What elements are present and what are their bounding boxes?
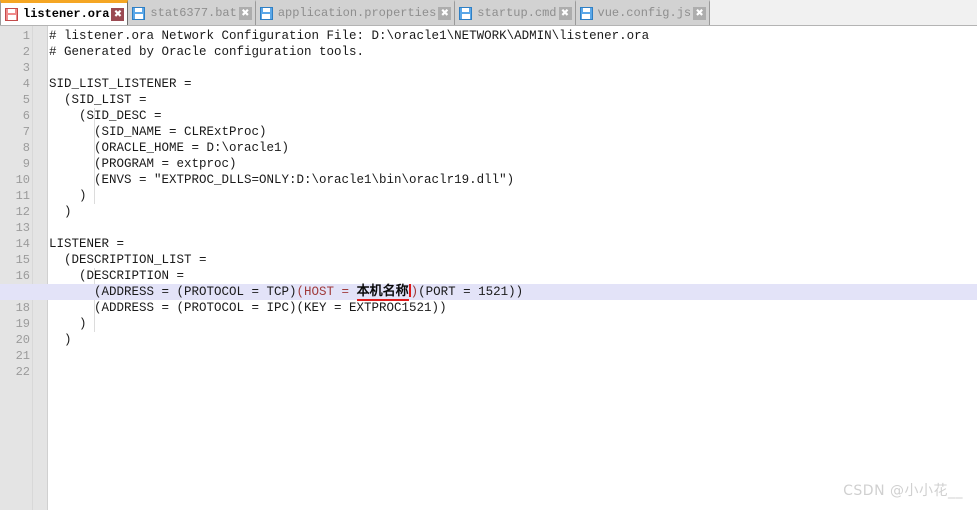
line-number: 2: [22, 45, 30, 59]
line-number: 13: [15, 221, 30, 235]
code-segment: (ADDRESS = (PROTOCOL = TCP): [49, 285, 297, 299]
csdn-watermark: CSDN @小小花__: [843, 483, 963, 499]
editor-tab-bar: listener.ora ✖ stat6377.bat ✖ application.pr…: [0, 0, 977, 26]
code-line[interactable]: (DESCRIPTION =: [49, 268, 184, 284]
line-number: 7: [22, 125, 30, 139]
line-number: 15: [15, 253, 30, 267]
code-line[interactable]: (SID_NAME = CLRExtProc): [49, 124, 267, 140]
floppy-disk-icon: [459, 7, 473, 20]
line-number: 6: [22, 109, 30, 123]
line-number: 1: [22, 29, 30, 43]
line-number-gutter: 12345678910111213141516171819202122: [0, 26, 48, 510]
line-number: 12: [15, 205, 30, 219]
line-number: 14: [15, 237, 30, 251]
code-segment: (PORT = 1521)): [418, 285, 524, 299]
floppy-disk-icon: [132, 7, 146, 20]
close-icon[interactable]: ✖: [238, 7, 252, 20]
line-number: 22: [15, 365, 30, 379]
code-line[interactable]: (ADDRESS = (PROTOCOL = TCP)(HOST = 本机名称)…: [49, 284, 524, 301]
close-icon[interactable]: ✖: [693, 7, 707, 20]
line-number: 10: [15, 173, 30, 187]
code-line[interactable]: (ORACLE_HOME = D:\oracle1): [49, 140, 289, 156]
line-number: 4: [22, 77, 30, 91]
line-number: 8: [22, 141, 30, 155]
editor-tab-label: vue.config.js: [597, 6, 692, 20]
code-line[interactable]: # Generated by Oracle configuration tool…: [49, 44, 364, 60]
editor-tab-label: listener.ora: [23, 6, 110, 21]
code-area[interactable]: # listener.ora Network Configuration Fil…: [0, 26, 977, 510]
line-number: 20: [15, 333, 30, 347]
line-number: 21: [15, 349, 30, 363]
code-line[interactable]: (ADDRESS = (PROTOCOL = IPC)(KEY = EXTPRO…: [49, 300, 447, 316]
line-number: 9: [22, 157, 30, 171]
floppy-disk-icon: [259, 7, 273, 20]
close-icon[interactable]: ✖: [558, 7, 572, 20]
close-icon[interactable]: ✖: [438, 7, 452, 20]
code-line[interactable]: ): [49, 316, 87, 332]
code-line[interactable]: (PROGRAM = extproc): [49, 156, 237, 172]
editor-tab-label: startup.cmd: [477, 6, 557, 20]
editor-tab-vue-config-js[interactable]: vue.config.js ✖: [575, 0, 711, 25]
line-number: 18: [15, 301, 30, 315]
editor-tab-label: stat6377.bat: [150, 6, 237, 20]
line-number: 16: [15, 269, 30, 283]
code-line[interactable]: LISTENER =: [49, 236, 124, 252]
code-line[interactable]: ): [49, 188, 87, 204]
code-line[interactable]: (SID_LIST =: [49, 92, 147, 108]
close-icon[interactable]: ✖: [111, 7, 125, 21]
code-line[interactable]: SID_LIST_LISTENER =: [49, 76, 192, 92]
line-number: 3: [22, 61, 30, 75]
host-key-segment: (HOST =: [296, 285, 357, 299]
editor-tab-startup-cmd[interactable]: startup.cmd ✖: [455, 0, 576, 25]
floppy-disk-icon: [5, 7, 18, 21]
editor-tab-label: application.properties: [277, 6, 437, 20]
code-line[interactable]: (DESCRIPTION_LIST =: [49, 252, 207, 268]
line-number: 5: [22, 93, 30, 107]
host-close-segment: ): [410, 285, 419, 299]
code-line[interactable]: (SID_DESC =: [49, 108, 162, 124]
host-value-annotation[interactable]: 本机名称: [356, 284, 409, 301]
code-line[interactable]: # listener.ora Network Configuration Fil…: [49, 28, 649, 44]
floppy-disk-icon: [579, 7, 593, 20]
line-number: 11: [15, 189, 30, 203]
code-editor[interactable]: 12345678910111213141516171819202122 # li…: [0, 26, 977, 510]
code-line[interactable]: ): [49, 204, 72, 220]
editor-tab-listener-ora[interactable]: listener.ora ✖: [0, 0, 129, 25]
line-number: 19: [15, 317, 30, 331]
editor-tab-stat6377-bat[interactable]: stat6377.bat ✖: [128, 0, 256, 25]
editor-tab-application-properties[interactable]: application.properties ✖: [255, 0, 456, 25]
code-line[interactable]: ): [49, 332, 72, 348]
code-line[interactable]: (ENVS = "EXTPROC_DLLS=ONLY:D:\oracle1\bi…: [49, 172, 514, 188]
